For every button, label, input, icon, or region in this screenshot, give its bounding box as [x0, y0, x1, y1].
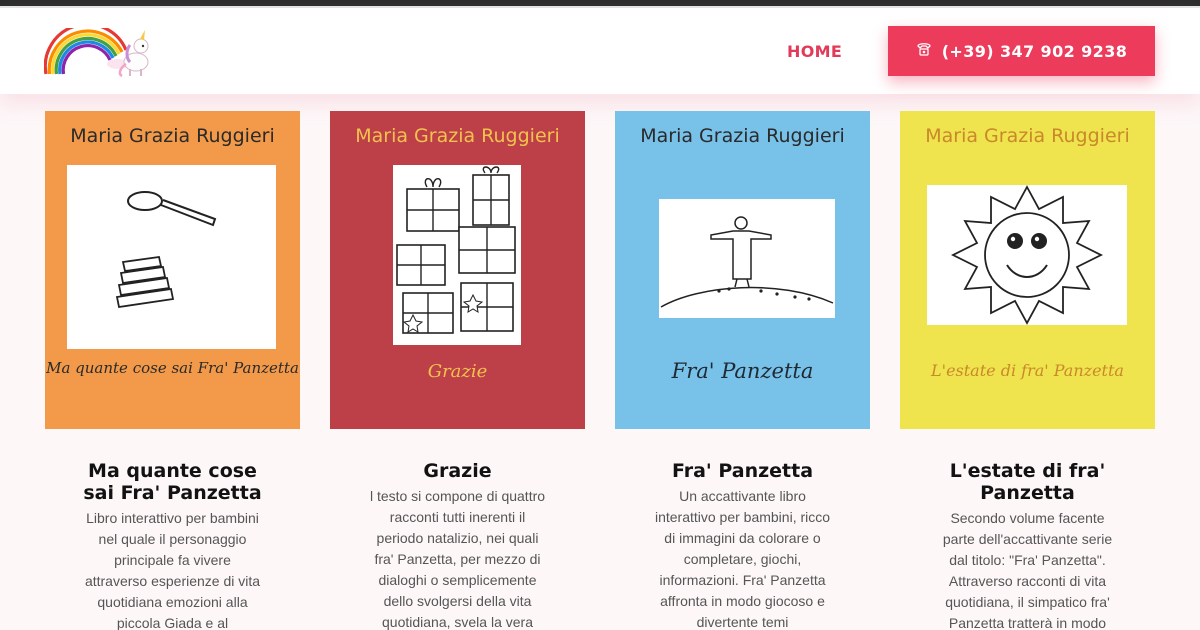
cover-author: Maria Grazia Ruggieri	[355, 125, 560, 147]
cover-script-title: Grazie	[427, 361, 488, 382]
cover-author: Maria Grazia Ruggieri	[640, 125, 845, 147]
book-card[interactable]: Maria Grazia Ruggieri Fra' Panzetta Fra'…	[615, 111, 870, 630]
cover-author: Maria Grazia Ruggieri	[925, 125, 1130, 147]
book-cover[interactable]: Maria Grazia Ruggieri L'estate di fra' P…	[900, 111, 1155, 429]
book-stack-icon	[115, 255, 175, 309]
phone-number: (+39) 347 902 9238	[941, 41, 1128, 61]
cover-illustration	[927, 185, 1127, 325]
book-title[interactable]: L'estate di fra' Panzetta	[900, 460, 1155, 504]
book-cover[interactable]: Maria Grazia Ruggieri Fra' Panzetta	[615, 111, 870, 429]
book-card[interactable]: Maria Grazia Ruggieri Grazie Grazie l te…	[330, 111, 585, 630]
gift-boxes-icon	[396, 166, 516, 334]
cover-illustration	[393, 165, 521, 345]
book-description: Un accattivante libro interattivo per ba…	[654, 488, 831, 630]
magnifying-glass-icon	[127, 191, 217, 227]
book-description: Libro interattivo per bambini nel quale …	[84, 510, 261, 630]
cover-author: Maria Grazia Ruggieri	[70, 125, 275, 147]
top-border	[0, 0, 1200, 8]
cover-illustration	[659, 199, 835, 318]
book-card[interactable]: Maria Grazia Ruggieri L'estate di fra' P…	[900, 111, 1155, 630]
book-title[interactable]: Grazie	[330, 460, 585, 482]
phone-icon	[916, 41, 932, 61]
book-card[interactable]: Maria Grazia Ruggieri Ma quante cose sai…	[45, 111, 300, 630]
cover-script-title: L'estate di fra' Panzetta	[931, 361, 1124, 380]
smiling-sun-icon	[950, 185, 1104, 325]
book-description: Secondo volume facente parte dell'accatt…	[942, 510, 1113, 630]
book-cover[interactable]: Maria Grazia Ruggieri Grazie	[330, 111, 585, 429]
friar-figure-icon	[660, 216, 834, 308]
phone-button[interactable]: (+39) 347 902 9238	[888, 26, 1155, 76]
book-title[interactable]: Fra' Panzetta	[615, 460, 870, 482]
book-cover[interactable]: Maria Grazia Ruggieri Ma quante cose sai…	[45, 111, 300, 429]
rainbow-unicorn-logo[interactable]	[43, 22, 154, 80]
cover-script-title: Ma quante cose sai Fra' Panzetta	[46, 359, 299, 377]
nav-home-link[interactable]: HOME	[787, 42, 842, 61]
book-description: l testo si compone di quattro racconti t…	[369, 488, 546, 630]
site-header: HOME (+39) 347 902 9238	[0, 8, 1200, 94]
book-title[interactable]: Ma quante cose sai Fra' Panzetta	[45, 460, 300, 504]
cover-illustration	[67, 165, 276, 349]
cover-script-title: Fra' Panzetta	[671, 359, 814, 383]
